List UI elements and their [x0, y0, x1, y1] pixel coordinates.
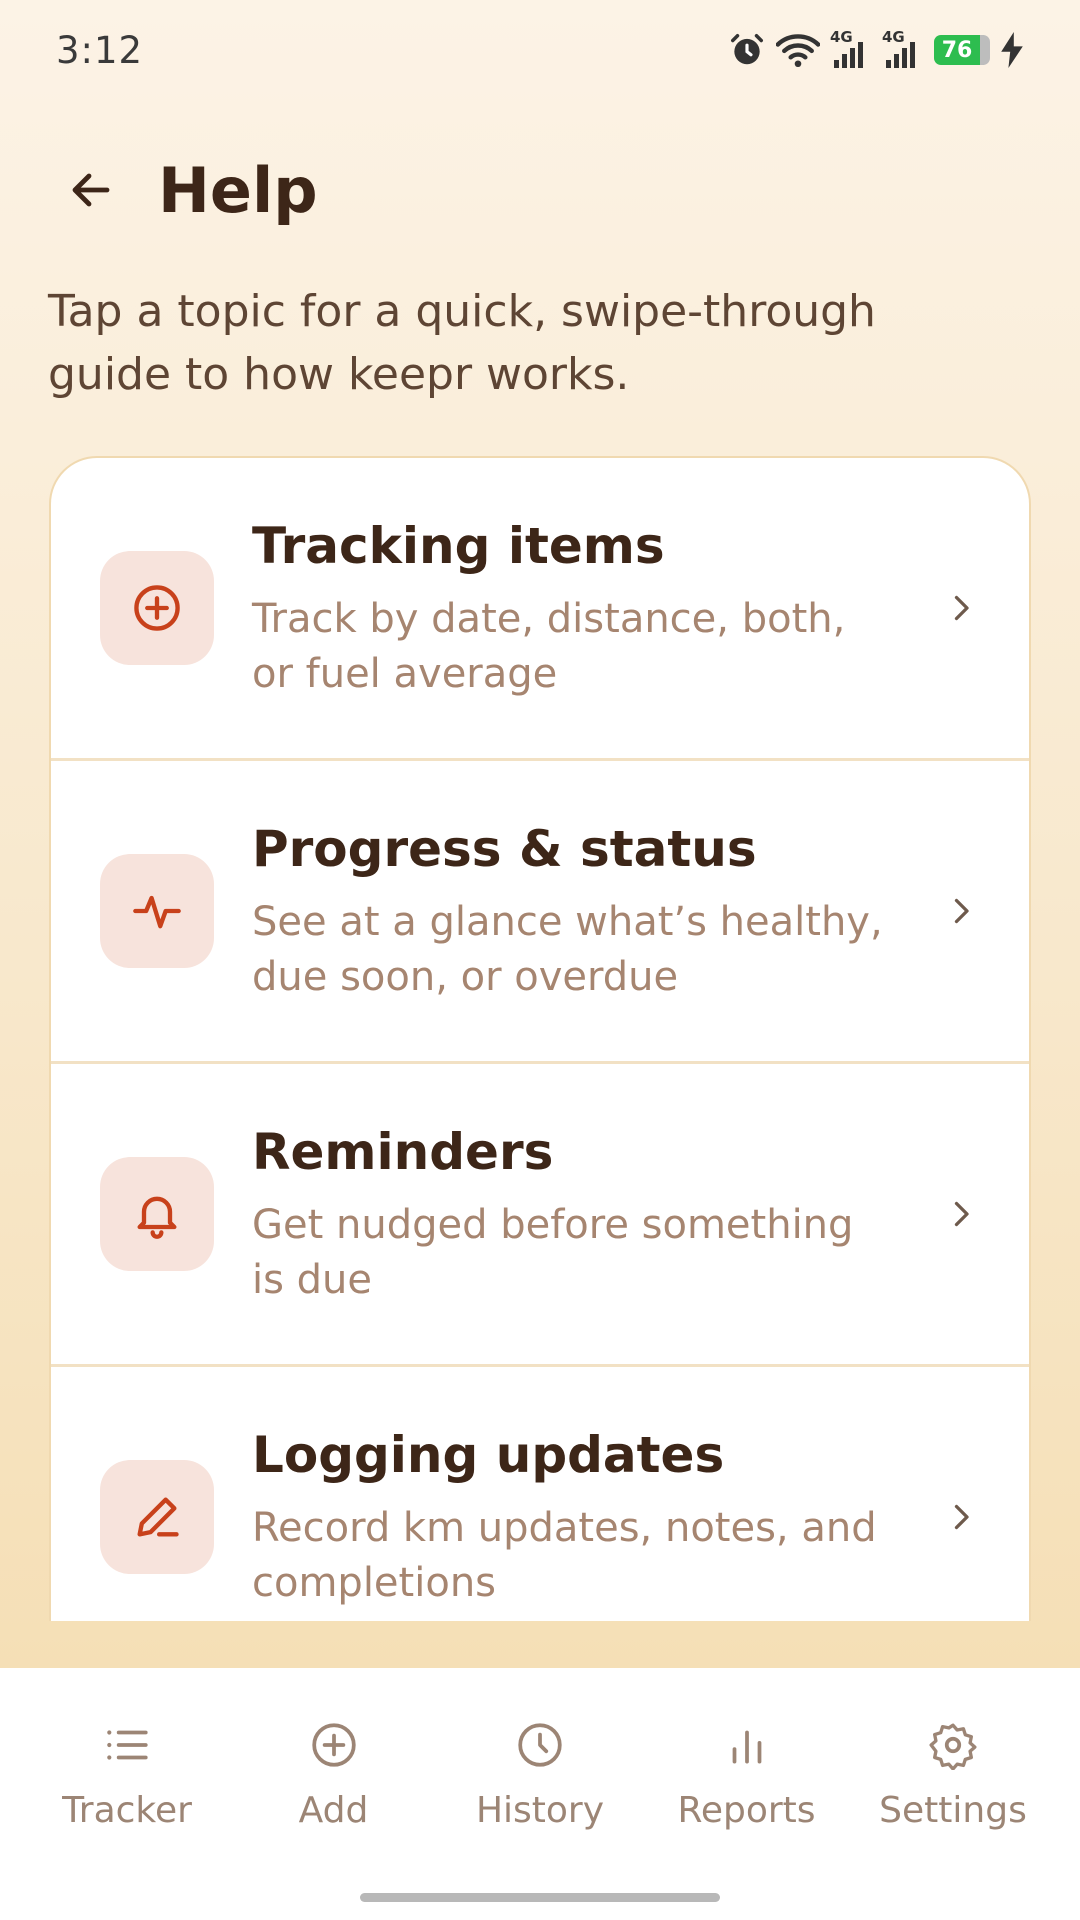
battery-level: 76: [941, 37, 973, 63]
nav-label: Tracker: [62, 1790, 192, 1831]
nav-add[interactable]: Add: [231, 1668, 437, 1920]
topic-text: Reminders Get nudged before something is…: [252, 1120, 892, 1308]
gear-icon: [929, 1723, 977, 1770]
nav-label: Settings: [879, 1790, 1027, 1831]
status-time: 3:12: [56, 28, 144, 72]
battery-icon: 76: [934, 35, 990, 65]
intro-text: Tap a topic for a quick, swipe-through g…: [48, 286, 876, 400]
topic-description: See at a glance what’s healthy, due soon…: [252, 899, 883, 1000]
nav-reports[interactable]: Reports: [644, 1668, 850, 1920]
nav-label: Reports: [677, 1790, 816, 1831]
page-title: Help: [158, 153, 318, 227]
nav-history[interactable]: History: [437, 1668, 643, 1920]
cellular-signal-1-icon: 4G: [830, 30, 872, 70]
charging-icon: [1000, 32, 1024, 68]
chevron-right-icon: [954, 595, 969, 621]
header: Help: [56, 140, 318, 240]
topic-list: Tracking items Track by date, distance, …: [49, 456, 1031, 1621]
nav-tracker[interactable]: Tracker: [24, 1668, 230, 1920]
home-indicator[interactable]: [360, 1893, 720, 1902]
topic-text: Progress & status See at a glance what’s…: [252, 817, 892, 1005]
topic-tracking-items[interactable]: Tracking items Track by date, distance, …: [51, 458, 1029, 761]
topic-icon-box: [100, 1157, 214, 1271]
topic-reminders[interactable]: Reminders Get nudged before something is…: [51, 1064, 1029, 1367]
cellular-signal-2-icon: 4G: [882, 30, 924, 70]
topic-description: Track by date, distance, both, or fuel a…: [252, 596, 846, 697]
clock-icon: [518, 1723, 562, 1767]
nav-settings[interactable]: Settings: [850, 1668, 1056, 1920]
topic-text: Logging updates Record km updates, notes…: [252, 1423, 892, 1611]
topic-logging-updates[interactable]: Logging updates Record km updates, notes…: [51, 1367, 1029, 1621]
topic-title: Tracking items: [252, 517, 665, 575]
chevron-right-icon: [954, 1201, 969, 1227]
topic-description: Get nudged before something is due: [252, 1202, 854, 1303]
activity-icon: [133, 895, 181, 929]
arrow-left-icon: [72, 173, 110, 207]
nav-label: History: [475, 1790, 605, 1831]
nav-label: Add: [298, 1790, 369, 1831]
status-bar: 3:12 4G 4G 76: [0, 0, 1080, 100]
topic-title: Progress & status: [252, 820, 757, 878]
wifi-icon: [776, 31, 820, 69]
topic-icon-box: [100, 1460, 214, 1574]
topic-title: Reminders: [252, 1123, 554, 1181]
alarm-icon: [728, 31, 766, 69]
bottom-nav: Tracker Add History Reports Settings: [0, 1668, 1080, 1920]
topic-description: Record km updates, notes, and completion…: [252, 1505, 877, 1606]
topic-progress-status[interactable]: Progress & status See at a glance what’s…: [51, 761, 1029, 1064]
topic-text: Tracking items Track by date, distance, …: [252, 514, 892, 702]
status-icons: 4G 4G 76: [728, 30, 1024, 70]
topic-icon-box: [100, 854, 214, 968]
back-button[interactable]: [56, 155, 126, 225]
plus-circle-icon: [134, 585, 180, 631]
list-icon: [107, 1730, 148, 1760]
bell-icon: [137, 1196, 177, 1239]
topic-icon-box: [100, 551, 214, 665]
chevron-right-icon: [954, 1504, 969, 1530]
pencil-icon: [137, 1497, 179, 1537]
plus-circle-icon: [311, 1723, 356, 1767]
chevron-right-icon: [954, 898, 969, 924]
bar-chart-icon: [732, 1730, 761, 1764]
topic-title: Logging updates: [252, 1426, 725, 1484]
